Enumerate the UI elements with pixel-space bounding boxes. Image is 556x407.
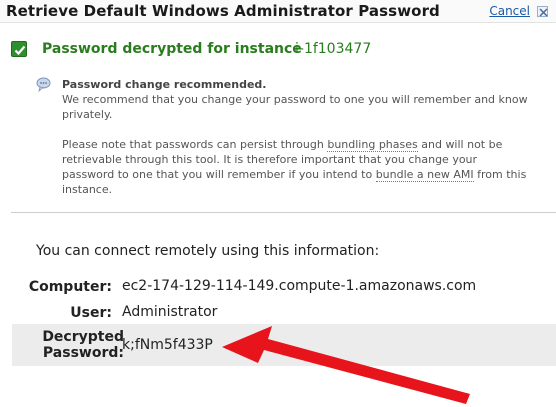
- notice-text: Please note that passwords can persist t…: [62, 138, 328, 151]
- password-label-line1: Decrypted: [42, 329, 124, 345]
- dialog-title: Retrieve Default Windows Administrator P…: [6, 2, 440, 20]
- dialog-titlebar: Retrieve Default Windows Administrator P…: [0, 0, 556, 23]
- info-bubble-icon: [36, 77, 51, 93]
- bundling-phases-link[interactable]: bundling phases: [327, 138, 418, 152]
- close-icon[interactable]: [537, 6, 548, 17]
- password-label-line2: Password:: [42, 345, 124, 361]
- instance-id: i-1f103477: [295, 41, 372, 57]
- notice-heading: Password change recommended.: [62, 78, 267, 91]
- notice-body: Password change recommended. We recommen…: [62, 77, 532, 197]
- notice-paragraph-1: We recommend that you change your passwo…: [62, 93, 528, 121]
- cancel-link[interactable]: Cancel: [489, 4, 530, 18]
- computer-label: Computer:: [28, 279, 112, 295]
- notice-paragraph-2: Please note that passwords can persist t…: [62, 137, 532, 197]
- success-text: Password decrypted for instance: [42, 41, 302, 57]
- user-value: Administrator: [122, 304, 218, 320]
- password-row: Decrypted Password: k;fNm5f433P: [12, 324, 556, 366]
- check-icon: [11, 41, 27, 57]
- password-label: Decrypted Password:: [42, 329, 124, 361]
- bundle-ami-link[interactable]: bundle a new AMI: [375, 168, 474, 182]
- computer-row: Computer: ec2-174-129-114-149.compute-1.…: [0, 277, 556, 297]
- user-label: User:: [70, 305, 112, 321]
- connection-intro: You can connect remotely using this info…: [36, 243, 380, 259]
- divider: [11, 212, 556, 213]
- password-value: k;fNm5f433P: [122, 337, 213, 353]
- user-row: User: Administrator: [0, 303, 556, 323]
- computer-value: ec2-174-129-114-149.compute-1.amazonaws.…: [122, 278, 477, 294]
